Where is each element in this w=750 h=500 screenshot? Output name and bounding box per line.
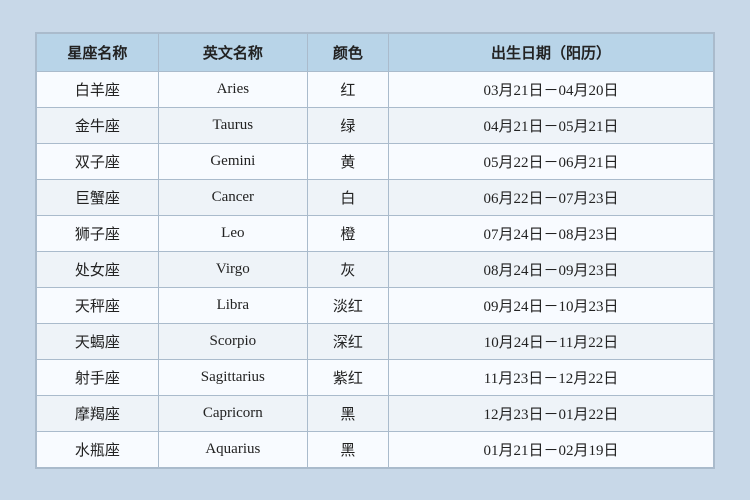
- cell-zh: 巨蟹座: [37, 179, 159, 215]
- table-row: 天蝎座Scorpio深红10月24日－11月22日: [37, 323, 714, 359]
- cell-en: Leo: [158, 215, 307, 251]
- table-row: 水瓶座Aquarius黑01月21日－02月19日: [37, 431, 714, 467]
- cell-date: 09月24日－10月23日: [389, 287, 714, 323]
- table-header-row: 星座名称 英文名称 颜色 出生日期（阳历）: [37, 33, 714, 71]
- cell-en: Capricorn: [158, 395, 307, 431]
- cell-en: Libra: [158, 287, 307, 323]
- cell-date: 11月23日－12月22日: [389, 359, 714, 395]
- cell-en: Aries: [158, 71, 307, 107]
- cell-date: 01月21日－02月19日: [389, 431, 714, 467]
- cell-color: 深红: [307, 323, 388, 359]
- table-row: 天秤座Libra淡红09月24日－10月23日: [37, 287, 714, 323]
- table-row: 摩羯座Capricorn黑12月23日－01月22日: [37, 395, 714, 431]
- cell-date: 06月22日－07月23日: [389, 179, 714, 215]
- cell-color: 黄: [307, 143, 388, 179]
- cell-color: 黑: [307, 431, 388, 467]
- cell-en: Gemini: [158, 143, 307, 179]
- cell-en: Taurus: [158, 107, 307, 143]
- cell-en: Sagittarius: [158, 359, 307, 395]
- cell-color: 黑: [307, 395, 388, 431]
- cell-en: Scorpio: [158, 323, 307, 359]
- cell-color: 灰: [307, 251, 388, 287]
- table-row: 处女座Virgo灰08月24日－09月23日: [37, 251, 714, 287]
- zodiac-table: 星座名称 英文名称 颜色 出生日期（阳历） 白羊座Aries红03月21日－04…: [36, 33, 714, 468]
- cell-color: 淡红: [307, 287, 388, 323]
- header-zh: 星座名称: [37, 33, 159, 71]
- zodiac-table-container: 星座名称 英文名称 颜色 出生日期（阳历） 白羊座Aries红03月21日－04…: [35, 32, 715, 469]
- cell-date: 07月24日－08月23日: [389, 215, 714, 251]
- table-row: 双子座Gemini黄05月22日－06月21日: [37, 143, 714, 179]
- cell-date: 08月24日－09月23日: [389, 251, 714, 287]
- header-date: 出生日期（阳历）: [389, 33, 714, 71]
- cell-date: 04月21日－05月21日: [389, 107, 714, 143]
- cell-zh: 金牛座: [37, 107, 159, 143]
- cell-zh: 白羊座: [37, 71, 159, 107]
- table-row: 巨蟹座Cancer白06月22日－07月23日: [37, 179, 714, 215]
- cell-en: Virgo: [158, 251, 307, 287]
- cell-color: 绿: [307, 107, 388, 143]
- cell-date: 03月21日－04月20日: [389, 71, 714, 107]
- table-row: 金牛座Taurus绿04月21日－05月21日: [37, 107, 714, 143]
- table-row: 狮子座Leo橙07月24日－08月23日: [37, 215, 714, 251]
- cell-zh: 天蝎座: [37, 323, 159, 359]
- table-row: 白羊座Aries红03月21日－04月20日: [37, 71, 714, 107]
- cell-en: Aquarius: [158, 431, 307, 467]
- cell-color: 紫红: [307, 359, 388, 395]
- cell-zh: 处女座: [37, 251, 159, 287]
- cell-color: 橙: [307, 215, 388, 251]
- cell-color: 红: [307, 71, 388, 107]
- cell-zh: 摩羯座: [37, 395, 159, 431]
- cell-zh: 天秤座: [37, 287, 159, 323]
- cell-date: 12月23日－01月22日: [389, 395, 714, 431]
- cell-date: 05月22日－06月21日: [389, 143, 714, 179]
- cell-zh: 狮子座: [37, 215, 159, 251]
- header-color: 颜色: [307, 33, 388, 71]
- cell-zh: 射手座: [37, 359, 159, 395]
- header-en: 英文名称: [158, 33, 307, 71]
- table-row: 射手座Sagittarius紫红11月23日－12月22日: [37, 359, 714, 395]
- cell-zh: 双子座: [37, 143, 159, 179]
- cell-zh: 水瓶座: [37, 431, 159, 467]
- cell-en: Cancer: [158, 179, 307, 215]
- cell-color: 白: [307, 179, 388, 215]
- cell-date: 10月24日－11月22日: [389, 323, 714, 359]
